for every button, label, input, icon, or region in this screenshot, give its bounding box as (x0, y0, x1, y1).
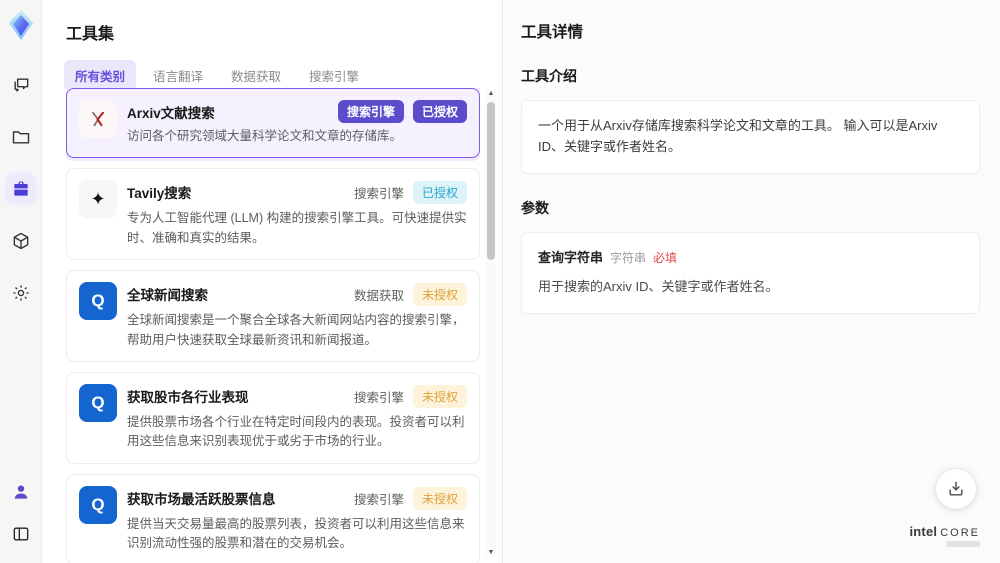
tool-name: 获取市场最活跃股票信息 (127, 491, 276, 507)
cube-icon (11, 231, 31, 251)
auth-status-badge: 已授权 (412, 100, 467, 123)
auth-status-badge: 未授权 (412, 283, 467, 307)
tab-language-translation[interactable]: 语言翻译 (142, 60, 214, 91)
category-tabs: 所有类别 语言翻译 数据获取 搜索引擎 (64, 60, 502, 91)
category-label: 搜索引擎 (353, 492, 404, 507)
tool-details-panel: 工具详情 工具介绍 一个用于从Arxiv存储库搜索科学论文和文章的工具。 输入可… (502, 0, 1000, 563)
param-type: 字符串 (610, 250, 647, 265)
sidebar-item-account[interactable] (6, 477, 36, 507)
q-logo-icon: Q (79, 282, 117, 321)
q-logo-icon: Q (79, 485, 117, 524)
sidebar-item-chat[interactable] (6, 70, 36, 100)
tool-name: 获取股市各行业表现 (127, 389, 249, 405)
sidebar-item-files[interactable] (6, 122, 36, 152)
tool-card-tavily[interactable]: ✦ Tavily搜索 搜索引擎 已授权 专为人工智能代理 (LLM) 构建的搜索… (66, 168, 480, 261)
scrollbar-thumb[interactable] (487, 102, 495, 260)
collapse-panel-icon (11, 524, 31, 544)
brand-core-text: core (940, 527, 980, 539)
collapse-sidebar-button[interactable] (6, 519, 36, 549)
sidebar-item-packages[interactable] (6, 226, 36, 256)
tool-card-list: Arxiv文献搜索 搜索引擎 已授权 访问各个研究领域大量科学论文和文章的存储库… (66, 88, 480, 563)
category-label: 数据获取 (353, 289, 404, 304)
intel-core-logo: intel core (909, 524, 980, 547)
brand-sub-bar (946, 541, 980, 547)
user-avatar-icon (11, 482, 31, 502)
param-description: 用于搜索的Arxiv ID、关键字或作者姓名。 (538, 279, 779, 295)
tool-card-active-stocks[interactable]: Q 获取市场最活跃股票信息 搜索引擎 未授权 提供当天交易量最高的股票列表，投资… (66, 473, 480, 563)
chat-icon (11, 75, 31, 95)
tool-name: Tavily搜索 (127, 186, 192, 202)
tool-name: 全球新闻搜索 (127, 288, 208, 304)
sidebar-item-settings[interactable] (6, 278, 36, 308)
auth-status-badge: 未授权 (412, 384, 467, 408)
tab-all-categories[interactable]: 所有类别 (64, 60, 137, 91)
briefcase-icon (11, 179, 31, 199)
category-badge: 搜索引擎 (337, 100, 404, 123)
param-box: 查询字符串 字符串 必填 用于搜索的Arxiv ID、关键字或作者姓名。 (521, 231, 980, 315)
tab-data-fetch[interactable]: 数据获取 (220, 60, 292, 91)
scroll-down-arrow[interactable]: ▼ (488, 549, 495, 557)
tool-card-global-news[interactable]: Q 全球新闻搜索 数据获取 未授权 全球新闻搜索是一个聚合全球各大新闻网站内容的… (66, 270, 480, 362)
tavily-star-icon: ✦ (79, 180, 117, 219)
tool-description: 访问各个研究领域大量科学论文和文章的存储库。 (127, 129, 403, 143)
tool-name: Arxiv文献搜索 (127, 106, 215, 121)
download-button[interactable] (936, 469, 976, 509)
download-icon (946, 479, 966, 499)
tool-card-arxiv[interactable]: Arxiv文献搜索 搜索引擎 已授权 访问各个研究领域大量科学论文和文章的存储库… (66, 88, 480, 159)
intro-text: 一个用于从Arxiv存储库搜索科学论文和文章的工具。 输入可以是Arxiv ID… (538, 118, 938, 154)
arxiv-logo-icon (79, 100, 117, 138)
folder-icon (11, 127, 31, 147)
q-logo-icon: Q (79, 383, 117, 422)
scrollbar-track[interactable] (487, 98, 495, 549)
details-title: 工具详情 (521, 24, 584, 41)
left-rail (0, 0, 42, 563)
list-scrollbar[interactable]: ▲ ▼ (486, 90, 496, 557)
scroll-up-arrow[interactable]: ▲ (488, 90, 495, 98)
intro-heading: 工具介绍 (521, 68, 577, 84)
tool-description: 专为人工智能代理 (LLM) 构建的搜索引擎工具。可快速提供实时、准确和真实的结… (127, 211, 467, 245)
category-label: 搜索引擎 (353, 187, 404, 202)
params-heading: 参数 (521, 199, 549, 216)
param-name: 查询字符串 (538, 249, 604, 265)
sidebar-item-toolbox[interactable] (5, 174, 36, 204)
tool-description: 提供股票市场各个行业在特定时间段内的表现。投资者可以利用这些信息来识别表现优于或… (127, 414, 465, 449)
tool-description: 提供当天交易量最高的股票列表，投资者可以利用这些信息来识别流动性强的股票和潜在的… (127, 516, 465, 550)
tab-search-engine[interactable]: 搜索引擎 (298, 60, 370, 91)
param-required-flag: 必填 (653, 250, 678, 265)
brand-intel-text: intel (909, 524, 938, 539)
tool-card-sector-performance[interactable]: Q 获取股市各行业表现 搜索引擎 未授权 提供股票市场各个行业在特定时间段内的表… (66, 371, 480, 464)
tool-list-panel: 工具集 所有类别 语言翻译 数据获取 搜索引擎 Arxiv文献搜索 搜索引擎 已… (42, 0, 502, 563)
app-logo-icon (6, 8, 36, 42)
intro-box: 一个用于从Arxiv存储库搜索科学论文和文章的工具。 输入可以是Arxiv ID… (521, 100, 980, 174)
tool-description: 全球新闻搜索是一个聚合全球各大新闻网站内容的搜索引擎，帮助用户快速获取全球最新资… (127, 313, 465, 347)
category-label: 搜索引擎 (353, 390, 404, 405)
page-title: 工具集 (66, 26, 115, 43)
auth-status-badge: 已授权 (412, 181, 467, 205)
gear-icon (11, 283, 31, 303)
auth-status-badge: 未授权 (412, 486, 467, 510)
